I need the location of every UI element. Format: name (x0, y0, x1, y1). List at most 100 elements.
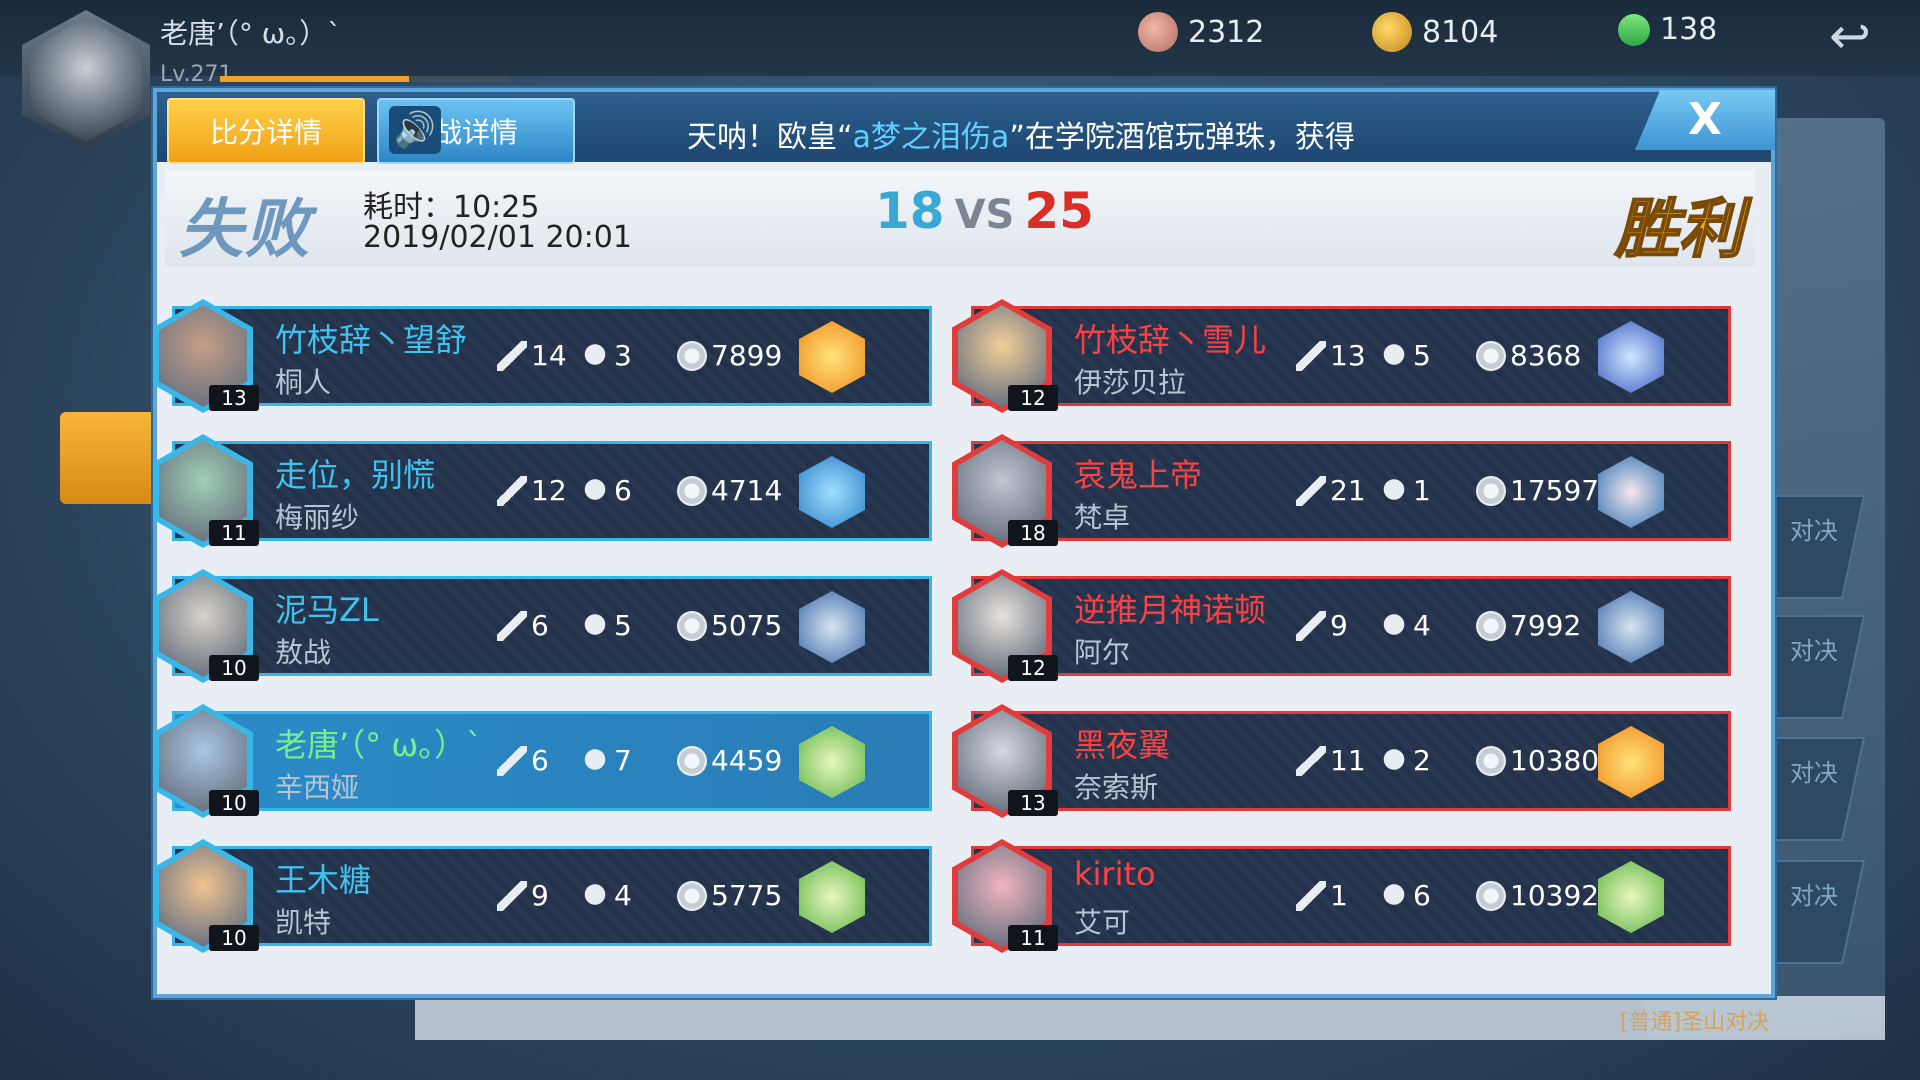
gold-stat: 4714 (677, 474, 782, 507)
player-name: 逆推月神诺顿 (1074, 591, 1267, 629)
skull-icon (580, 880, 610, 911)
gold-count: 5775 (711, 879, 783, 912)
player-name: 竹枝辞丶雪儿 (1074, 321, 1267, 359)
sword-icon (1296, 745, 1326, 776)
xp-bar (220, 76, 510, 82)
sword-icon (1296, 880, 1326, 911)
hero-level-badge: 10 (209, 925, 259, 951)
kills-count: 9 (531, 879, 549, 912)
back-arrow-icon[interactable]: ↩ (1815, 8, 1885, 64)
vs-label: VS (954, 192, 1015, 238)
coin-icon (1476, 610, 1506, 641)
kills-count: 13 (1330, 339, 1366, 372)
hero-name: 辛西娅 (275, 771, 360, 804)
fire-gear-icon[interactable] (1598, 726, 1664, 798)
red-team-player-row[interactable]: 13 黑夜翼 奈索斯 11 2 10380 (952, 704, 1731, 818)
side-button-label: 对决 (1789, 759, 1838, 787)
coin-count: 8104 (1422, 14, 1499, 50)
leaf-gear-icon[interactable] (799, 726, 865, 798)
wolf-gear-icon[interactable] (799, 591, 865, 663)
gold-count: 8368 (1510, 339, 1582, 372)
deaths-count: 4 (1413, 609, 1431, 642)
gold-count: 4459 (711, 744, 783, 777)
player-name: kirito (1074, 855, 1156, 893)
leaf-gear-icon[interactable] (799, 861, 865, 933)
red-team-player-row[interactable]: 11 kirito 艾可 1 6 10392 (952, 839, 1731, 953)
hero-level-badge: 11 (209, 520, 259, 546)
kills-stat: 6 (497, 744, 549, 777)
deaths-count: 6 (1413, 879, 1431, 912)
gold-stat: 7899 (677, 339, 782, 372)
deaths-count: 6 (614, 474, 632, 507)
shell-counter[interactable]: 2312 (1138, 12, 1264, 52)
kills-stat: 12 (497, 474, 567, 507)
rose-gear-icon[interactable] (1598, 456, 1664, 528)
player-name: 竹枝辞丶望舒 (275, 321, 468, 359)
gold-stat: 8368 (1476, 339, 1581, 372)
leaf-gear-icon[interactable] (1598, 861, 1664, 933)
gem-icon (1611, 6, 1657, 53)
blue-team-player-row[interactable]: 10 王木糖 凯特 9 4 5775 (153, 839, 932, 953)
sword-icon (497, 610, 527, 641)
blue-team-player-row[interactable]: 13 竹枝辞丶望舒 桐人 14 3 7899 (153, 299, 932, 413)
skull-icon (580, 475, 610, 506)
red-team-player-row[interactable]: 12 逆推月神诺顿 阿尔 9 4 7992 (952, 569, 1731, 683)
gold-stat: 10380 (1476, 744, 1599, 777)
sword-icon (497, 745, 527, 776)
hero-level-badge: 12 (1008, 385, 1058, 411)
blade-gear-icon[interactable] (1598, 321, 1664, 393)
deaths-count: 5 (1413, 339, 1431, 372)
hero-name: 艾可 (1074, 906, 1131, 939)
kills-stat: 14 (497, 339, 567, 372)
deaths-stat: 5 (1379, 339, 1431, 372)
gold-stat: 7992 (1476, 609, 1581, 642)
score-display: 18 VS 25 (875, 182, 1094, 240)
player-name: 王木糖 (275, 861, 372, 899)
tab-score-details[interactable]: 比分详情 (167, 98, 365, 164)
player-name: 走位，别慌 (275, 456, 436, 494)
deaths-stat: 7 (580, 744, 632, 777)
skull-icon (1379, 475, 1409, 506)
coin-icon (1476, 745, 1506, 776)
kills-count: 21 (1330, 474, 1366, 507)
hero-name: 敖战 (275, 636, 332, 669)
kills-count: 6 (531, 744, 549, 777)
hero-level-badge: 13 (1008, 790, 1058, 816)
kills-stat: 11 (1296, 744, 1366, 777)
kills-stat: 21 (1296, 474, 1366, 507)
skull-icon (1379, 745, 1409, 776)
coin-icon (677, 610, 707, 641)
red-team-player-row[interactable]: 18 哀鬼上帝 梵卓 21 1 17597 (952, 434, 1731, 548)
gold-count: 5075 (711, 609, 783, 642)
blue-team-player-row[interactable]: 11 走位，别慌 梅丽纱 12 6 4714 (153, 434, 932, 548)
deaths-count: 7 (614, 744, 632, 777)
side-button-label: 对决 (1789, 517, 1838, 545)
coin-counter[interactable]: 8104 (1372, 12, 1498, 52)
hero-name: 伊莎贝拉 (1074, 366, 1187, 399)
marquee-player: a梦之泪伤a (852, 120, 1010, 155)
deaths-count: 4 (614, 879, 632, 912)
gold-stat: 10392 (1476, 879, 1599, 912)
player-name: 泥马ZL (275, 591, 379, 629)
gem-count: 138 (1660, 12, 1718, 47)
side-button-label: 对决 (1789, 882, 1838, 910)
hero-name: 梵卓 (1074, 501, 1131, 534)
fire-gear-icon[interactable] (799, 321, 865, 393)
gold-count: 7992 (1510, 609, 1582, 642)
blue-team-player-row[interactable]: 10 老唐’（° ω。）` 辛西娅 6 7 4459 (153, 704, 932, 818)
deaths-count: 1 (1413, 474, 1431, 507)
skull-icon (1379, 340, 1409, 371)
close-button[interactable]: X (1635, 90, 1775, 150)
kills-count: 6 (531, 609, 549, 642)
coin-icon (677, 340, 707, 371)
coin-icon (1476, 475, 1506, 506)
red-team-player-row[interactable]: 12 竹枝辞丶雪儿 伊莎贝拉 13 5 8368 (952, 299, 1731, 413)
skull-icon (1379, 880, 1409, 911)
sword-icon (1296, 340, 1326, 371)
hero-name: 凯特 (275, 906, 332, 939)
water-gear-icon[interactable] (799, 456, 865, 528)
wolf-gear-icon[interactable] (1598, 591, 1664, 663)
gold-stat: 5075 (677, 609, 782, 642)
gem-counter[interactable]: 138 (1611, 6, 1718, 53)
blue-team-player-row[interactable]: 10 泥马ZL 敖战 6 5 5075 (153, 569, 932, 683)
